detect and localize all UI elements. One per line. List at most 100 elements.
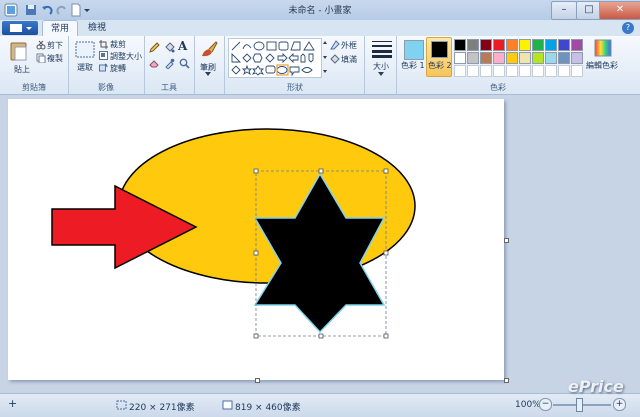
custom-color-slot[interactable] [545, 65, 557, 77]
tools-group-label: 工具 [161, 83, 177, 92]
resize-icon[interactable] [99, 51, 108, 60]
drawing-canvas[interactable] [8, 99, 504, 380]
custom-color-slot[interactable] [480, 65, 492, 77]
resize-button[interactable]: 調整大小 [110, 51, 142, 62]
palette-swatch[interactable] [532, 52, 544, 64]
canvas-drawing [51, 128, 416, 339]
palette-swatch[interactable] [493, 39, 505, 51]
tools-group: A 工具 [144, 36, 195, 94]
palette-swatch[interactable] [545, 52, 557, 64]
palette-swatch[interactable] [519, 39, 531, 51]
select-icon[interactable] [74, 40, 96, 60]
zoom-out-button[interactable]: − [539, 398, 552, 411]
colors-group: 色彩 1 色彩 2 編輯色彩 色彩 [398, 36, 640, 94]
color1-button[interactable]: 色彩 1 [401, 38, 425, 72]
shapes-group: 外框 填滿 形狀 [226, 36, 365, 94]
shapes-gallery-icons [231, 41, 315, 77]
pencil-icon[interactable] [149, 42, 160, 53]
title-bar: 未命名 - 小畫家 – □ ✕ [0, 0, 640, 20]
crop-icon[interactable] [99, 40, 108, 49]
paste-button[interactable]: 貼上 [14, 64, 30, 75]
fill-button[interactable]: 填滿 [341, 54, 357, 65]
fill-icon[interactable] [330, 54, 340, 64]
palette-swatch[interactable] [493, 52, 505, 64]
palette-swatch[interactable] [467, 39, 479, 51]
color1-swatch [404, 40, 424, 60]
help-button[interactable]: ? [622, 22, 634, 34]
eraser-icon[interactable] [149, 58, 160, 69]
custom-color-slot[interactable] [532, 65, 544, 77]
outline-button[interactable]: 外框 [341, 40, 357, 51]
outline-icon[interactable] [330, 40, 340, 50]
custom-color-slot[interactable] [454, 65, 466, 77]
close-button[interactable]: ✕ [599, 1, 640, 20]
brush-icon[interactable] [199, 39, 219, 59]
application-menu-button[interactable] [2, 21, 38, 35]
clipboard-group-label: 剪貼簿 [22, 83, 46, 92]
edit-colors-icon[interactable] [594, 39, 612, 57]
yellow-ellipse[interactable] [118, 128, 416, 284]
line-size-icon[interactable] [372, 40, 392, 58]
zoom-in-button[interactable]: + [613, 398, 626, 411]
palette-swatch[interactable] [545, 39, 557, 51]
palette-swatch[interactable] [571, 39, 583, 51]
magnifier-icon[interactable] [179, 58, 190, 69]
palette-swatch[interactable] [532, 39, 544, 51]
tab-home[interactable]: 常用 [42, 20, 79, 37]
palette-swatch[interactable] [480, 52, 492, 64]
minimize-button[interactable]: – [551, 1, 577, 20]
canvas-size-icon [222, 400, 233, 410]
crop-button[interactable]: 裁剪 [110, 39, 126, 50]
palette-swatch[interactable] [454, 39, 466, 51]
window-title: 未命名 - 小畫家 [288, 6, 352, 16]
eprice-watermark: ePrice [568, 377, 624, 396]
palette-swatch[interactable] [519, 52, 531, 64]
canvas-resize-right[interactable] [504, 238, 509, 243]
select-button[interactable]: 選取 [77, 62, 93, 73]
canvas-area [0, 95, 640, 393]
palette-swatch[interactable] [571, 52, 583, 64]
fill-bucket-icon[interactable] [164, 42, 175, 53]
shapes-scroll-icon[interactable] [322, 38, 328, 76]
palette-swatch[interactable] [467, 52, 479, 64]
palette-swatch[interactable] [506, 39, 518, 51]
rotate-icon[interactable] [99, 63, 108, 72]
custom-color-slot[interactable] [558, 65, 570, 77]
palette-swatch[interactable] [506, 52, 518, 64]
palette-swatch[interactable] [480, 39, 492, 51]
canvas-resize-corner[interactable] [504, 378, 509, 383]
zoom-level: 100% [515, 400, 541, 410]
custom-color-slot[interactable] [506, 65, 518, 77]
color-picker-icon[interactable] [164, 58, 175, 69]
zoom-slider-thumb[interactable] [576, 398, 583, 412]
size-dropdown-icon[interactable] [378, 72, 384, 76]
colors-group-label: 色彩 [490, 83, 506, 92]
custom-color-slot[interactable] [519, 65, 531, 77]
color2-button[interactable]: 色彩 2 [426, 37, 452, 77]
scissors-icon[interactable] [36, 40, 46, 50]
add-icon: + [8, 397, 18, 410]
copy-icon[interactable] [36, 53, 46, 63]
custom-color-slot[interactable] [467, 65, 479, 77]
ribbon: 貼上 剪下 複製 剪貼簿 選取 裁剪 調整大小 旋轉 影像 A 工具 筆刷 外框… [0, 36, 640, 95]
custom-color-slot[interactable] [493, 65, 505, 77]
shapes-group-label: 形狀 [287, 83, 303, 92]
image-group: 選取 裁剪 調整大小 旋轉 影像 [68, 36, 145, 94]
color2-swatch [431, 41, 448, 58]
size-button[interactable]: 大小 [373, 61, 389, 72]
palette-swatch[interactable] [558, 52, 570, 64]
rotate-button[interactable]: 旋轉 [110, 63, 126, 74]
palette-swatch[interactable] [558, 39, 570, 51]
edit-colors-button[interactable]: 編輯色彩 [586, 60, 618, 71]
canvas-resize-bottom[interactable] [255, 378, 260, 383]
shapes-gallery[interactable] [228, 38, 322, 78]
cut-button[interactable]: 剪下 [47, 40, 63, 51]
copy-button[interactable]: 複製 [47, 53, 63, 64]
paste-icon[interactable] [8, 40, 30, 62]
custom-color-slot[interactable] [571, 65, 583, 77]
palette-swatch[interactable] [454, 52, 466, 64]
status-bar: + 220 × 271像素 819 × 460像素 100% − + [0, 393, 640, 417]
brushes-dropdown-icon[interactable] [205, 72, 211, 76]
tab-view[interactable]: 檢視 [80, 20, 114, 36]
text-tool-icon[interactable]: A [178, 39, 187, 53]
